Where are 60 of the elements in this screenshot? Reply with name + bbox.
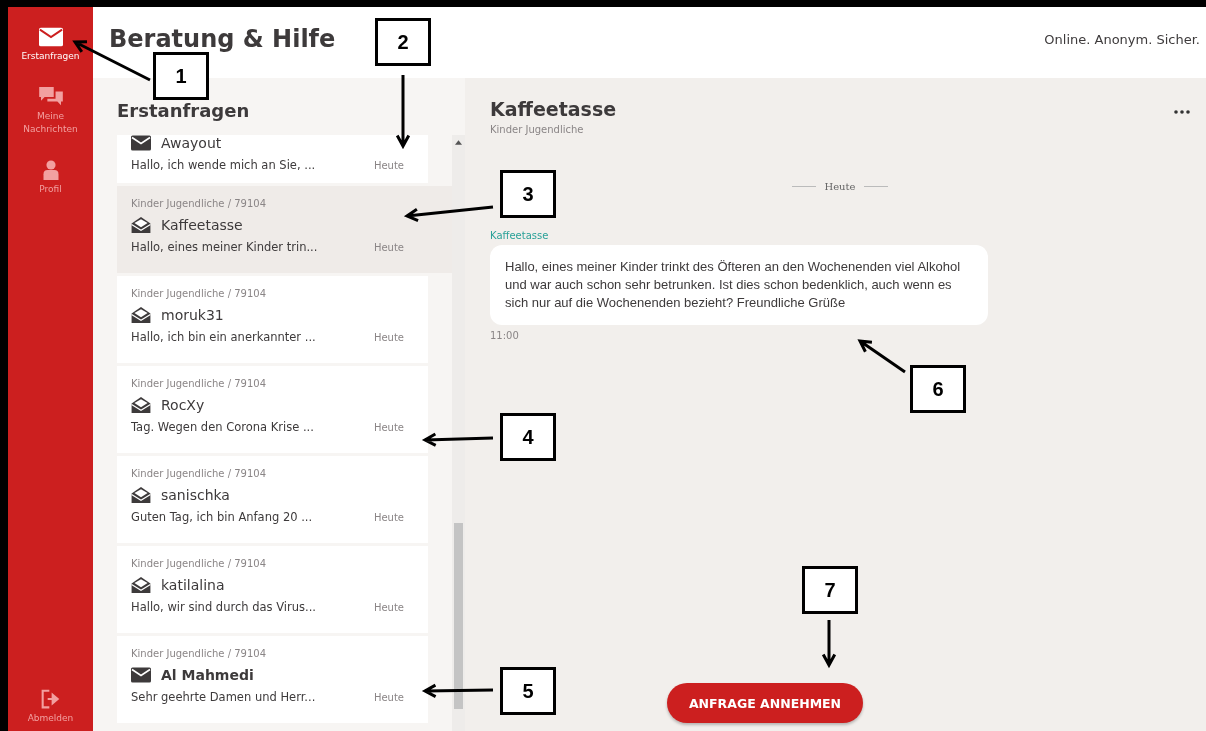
scrollbar[interactable] [452,135,465,731]
more-icon[interactable] [1174,110,1190,114]
sender-name: Awayout [161,135,222,151]
app-title: Beratung & Hilfe [109,25,336,53]
sender-name: Al Mahmedi [161,667,254,683]
sender-name: sanischka [161,487,230,503]
callout-arrow [821,618,837,669]
conversation-item[interactable]: Kinder Jugendliche / 79104 moruk31 Hallo, ich bin ein anerkannter ... Heute [117,276,428,363]
callout-number: 3 [500,170,556,218]
date-divider-label: Heute [824,181,856,192]
sender-name: moruk31 [161,307,224,323]
conversation-item[interactable]: Awayout Hallo, ich wende mich an Sie, ... Heute [117,135,428,183]
date-label: Heute [373,602,404,613]
callout-number: 1 [153,52,209,100]
conversation-item[interactable]: Kinder Jugendliche / 79104 Al Mahmedi Sehr geehrte Damen und Herr... Heute [117,636,428,723]
topic-label: Kinder Jugendliche / 79104 [131,558,268,569]
message-preview: Hallo, ich wende mich an Sie, ... [131,158,316,172]
scroll-up-icon[interactable] [455,140,462,145]
chat-bubbles-icon [38,87,63,107]
callout-number: 2 [375,18,431,66]
topic-label: Kinder Jugendliche / 79104 [131,468,268,479]
tagline: Online. Anonym. Sicher. [1044,32,1200,47]
nav-item[interactable]: Erstanfragen [10,27,91,63]
sender-name: Kaffeetasse [161,217,243,233]
date-label: Heute [373,242,404,253]
message-preview: Hallo, eines meiner Kinder trin... [131,240,318,254]
callout-arrow [857,339,907,374]
message-preview: Hallo, wir sind durch das Virus... [131,600,316,614]
message-preview: Hallo, ich bin ein anerkannter ... [131,330,316,344]
chat-subtitle: Kinder Jugendliche [490,124,585,135]
message-bubble: Hallo, eines meiner Kinder trinkt des Öfteren an den Wochenenden viel Alkohol und war auch schon sehr betrunken. Ist dies schon bedenklich, auch wenn es sich nur auf die Wochenenden bezieht? Freundliche Grüße [490,245,988,325]
scrollbar-thumb[interactable] [454,523,463,709]
conversation-item[interactable]: Kinder Jugendliche / 79104 katilalina Hallo, wir sind durch das Virus... Heute [117,546,428,633]
date-label: Heute [373,692,404,703]
accept-request-button[interactable]: ANFRAGE ANNEHMEN [666,683,864,723]
topic-label: Kinder Jugendliche / 79104 [131,198,268,209]
panel-heading: Erstanfragen [117,100,251,121]
message-preview: Guten Tag, ich bin Anfang 20 ... [131,510,313,524]
date-label: Heute [373,422,404,433]
callout-number: 6 [910,365,966,413]
callout-number: 4 [500,413,556,461]
sender-name: katilalina [161,577,225,593]
sender-name: RocXy [161,397,205,413]
message-time: 11:00 [490,330,520,341]
message-preview: Tag. Wegen den Corona Krise ... [131,420,314,434]
message-preview: Sehr geehrte Damen und Herr... [131,690,316,704]
date-label: Heute [373,160,404,171]
conversation-item[interactable]: Kinder Jugendliche / 79104 Kaffeetasse Hallo, eines meiner Kinder trin... Heute [117,186,452,273]
callout-number: 5 [500,667,556,715]
envelope-icon [38,27,63,47]
date-label: Heute [373,332,404,343]
conversation-item[interactable]: Kinder Jugendliche / 79104 RocXy Tag. Wegen den Corona Krise ... Heute [117,366,428,453]
sender-label: Kaffeetasse [490,230,550,241]
topic-label: Kinder Jugendliche / 79104 [131,288,268,299]
date-label: Heute [373,512,404,523]
topic-label: Kinder Jugendliche / 79104 [131,378,268,389]
topic-label: Kinder Jugendliche / 79104 [131,648,268,659]
callout-number: 7 [802,566,858,614]
chat-title: Kaffeetasse [490,98,617,120]
conversation-item[interactable]: Kinder Jugendliche / 79104 sanischka Guten Tag, ich bin Anfang 20 ... Heute [117,456,428,543]
